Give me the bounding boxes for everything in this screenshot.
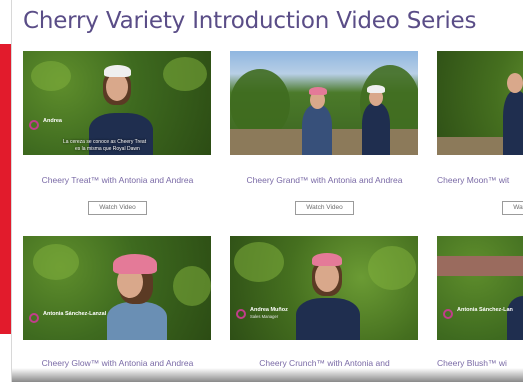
- brand-logo-icon: [29, 313, 39, 323]
- white-cap: [367, 85, 385, 93]
- video-title[interactable]: Cheery Blush™ wi: [437, 358, 523, 368]
- video-title[interactable]: Cheery Treat™ with Antonia and Andrea: [20, 175, 215, 185]
- video-caption: La cereza se conoce as Cheery Treat: [63, 139, 147, 145]
- video-title[interactable]: Cheery Grand™ with Antonia and Andrea: [227, 175, 422, 185]
- presenter-name: Andrea: [43, 118, 62, 124]
- presenter-name: Antonia Sánchez-Lanzal: [43, 311, 107, 317]
- video-thumbnail[interactable]: [437, 51, 523, 155]
- pink-cap: [312, 253, 342, 266]
- foliage: [234, 242, 284, 282]
- watch-video-button[interactable]: Watch Video: [295, 201, 354, 215]
- foliage: [31, 61, 71, 91]
- lower-third: Andrea: [23, 115, 173, 137]
- foliage: [173, 266, 211, 306]
- lower-third: Antonia Sánchez-Lanzal: [23, 308, 173, 330]
- watch-video-button[interactable]: Watch Video: [88, 201, 147, 215]
- pink-cap: [113, 254, 157, 274]
- brand-logo-icon: [236, 309, 246, 319]
- lower-third: Antonia Sánchez-Lan: [437, 304, 523, 326]
- brand-logo-icon: [443, 309, 453, 319]
- page-title: Cherry Variety Introduction Video Series: [23, 8, 477, 34]
- video-thumbnail[interactable]: [230, 51, 418, 155]
- video-thumbnail[interactable]: Antonia Sánchez-Lan: [437, 236, 523, 340]
- brand-logo-icon: [29, 120, 39, 130]
- presenter-name: Antonia Sánchez-Lan: [457, 307, 513, 313]
- presenter-body: [362, 103, 390, 155]
- presenter-role: Sales Manager: [250, 314, 279, 319]
- presenter-name: Andrea Muñoz: [250, 307, 288, 313]
- foliage: [163, 57, 207, 91]
- video-caption: es la misma que Royal Dawn: [75, 146, 140, 152]
- video-thumbnail[interactable]: Antonia Sánchez-Lanzal: [23, 236, 211, 340]
- browser-page: Cherry Variety Introduction Video Series…: [12, 0, 523, 382]
- white-cap: [104, 65, 131, 77]
- video-thumbnail[interactable]: Andrea La cereza se conoce as Cheery Tre…: [23, 51, 211, 155]
- watch-video-button[interactable]: Watch Video: [502, 201, 523, 215]
- video-title[interactable]: Cheery Crunch™ with Antonia and: [227, 358, 422, 368]
- presenter-body: [503, 91, 523, 155]
- presenter-face: [315, 262, 339, 292]
- presenter-face: [106, 73, 128, 101]
- foliage: [33, 244, 79, 280]
- presenter-face: [507, 73, 523, 93]
- presenter-body: [302, 105, 332, 155]
- video-thumbnail[interactable]: Andrea Muñoz Sales Manager: [230, 236, 418, 340]
- lower-third: Andrea Muñoz Sales Manager: [230, 304, 380, 326]
- pink-cap: [309, 87, 327, 95]
- video-title[interactable]: Cheery Moon™ wit: [437, 175, 523, 185]
- foliage: [368, 246, 416, 290]
- orchard-background: [437, 256, 523, 276]
- video-title[interactable]: Cheery Glow™ with Antonia and Andrea: [20, 358, 215, 368]
- red-accent-strip: [0, 44, 12, 334]
